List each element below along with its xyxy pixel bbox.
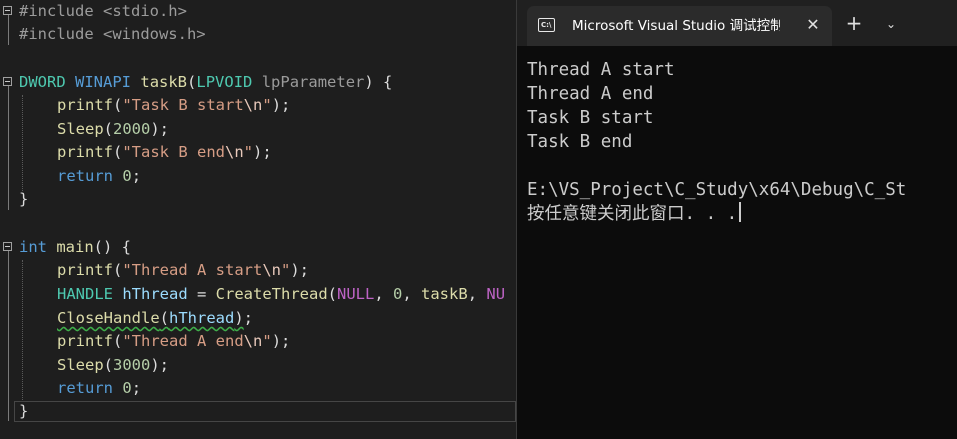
code-line[interactable]: } <box>0 400 516 423</box>
terminal-icon: C:\ <box>538 18 555 32</box>
code-line[interactable]: Sleep(2000); <box>0 118 516 141</box>
code-line[interactable]: printf("Thread A end\n"); <box>0 330 516 353</box>
code-line[interactable]: CloseHandle(hThread); <box>0 307 516 330</box>
warning-squiggle: CloseHandle(hThread) <box>57 309 244 327</box>
function-signature: DWORD WINAPI taskB(LPVOID lpParameter) { <box>19 73 393 91</box>
fold-toggle-icon[interactable] <box>3 6 12 15</box>
console-line: Thread A start <box>527 60 675 80</box>
new-tab-button[interactable]: + <box>842 12 866 36</box>
prompt-text: 按任意键关闭此窗口. . . <box>527 204 738 224</box>
text-cursor <box>739 202 742 222</box>
include-directive: #include <windows.h> <box>19 25 206 43</box>
chevron-down-icon[interactable]: ⌄ <box>879 13 903 35</box>
code-line[interactable]: return 0; <box>0 165 516 188</box>
console-tab[interactable]: C:\ Microsoft Visual Studio 调试控制台 ✕ <box>527 6 832 46</box>
fold-toggle-icon[interactable] <box>3 242 12 251</box>
code-line[interactable]: printf("Task B start\n"); <box>0 94 516 117</box>
code-line[interactable]: HANDLE hThread = CreateThread(NULL, 0, t… <box>0 283 516 306</box>
include-directive: #include <stdio.h> <box>19 2 187 20</box>
code-line[interactable]: printf("Thread A start\n"); <box>0 259 516 282</box>
tab-title: Microsoft Visual Studio 调试控制台 <box>572 18 780 34</box>
code-editor[interactable]: #include <stdio.h> #include <windows.h> … <box>0 0 516 439</box>
code-line[interactable]: DWORD WINAPI taskB(LPVOID lpParameter) { <box>0 71 516 94</box>
console-line: 按任意键关闭此窗口. . . <box>527 202 957 226</box>
console-line: E:\VS_Project\C_Study\x64\Debug\C_St <box>527 180 907 200</box>
code-line[interactable]: #include <stdio.h> <box>0 0 516 23</box>
code-line[interactable]: printf("Task B end\n"); <box>0 141 516 164</box>
code-line[interactable]: } <box>0 188 516 211</box>
close-tab-icon[interactable]: ✕ <box>802 14 824 36</box>
code-line[interactable]: Sleep(3000); <box>0 354 516 377</box>
fold-toggle-icon[interactable] <box>3 77 12 86</box>
function-signature: int main() { <box>19 238 131 256</box>
console-line: Thread A end <box>527 84 654 104</box>
debug-console-window[interactable]: C:\ Microsoft Visual Studio 调试控制台 ✕ + ⌄ … <box>516 0 957 439</box>
console-line: Task B start <box>527 108 654 128</box>
console-output[interactable]: Thread A start Thread A end Task B start… <box>527 58 957 439</box>
code-line[interactable]: int main() { <box>0 236 516 259</box>
console-tab-bar: C:\ Microsoft Visual Studio 调试控制台 ✕ + ⌄ <box>517 0 957 46</box>
console-line: Task B end <box>527 132 633 152</box>
code-line[interactable]: #include <windows.h> <box>0 23 516 46</box>
code-line[interactable]: return 0; <box>0 377 516 400</box>
